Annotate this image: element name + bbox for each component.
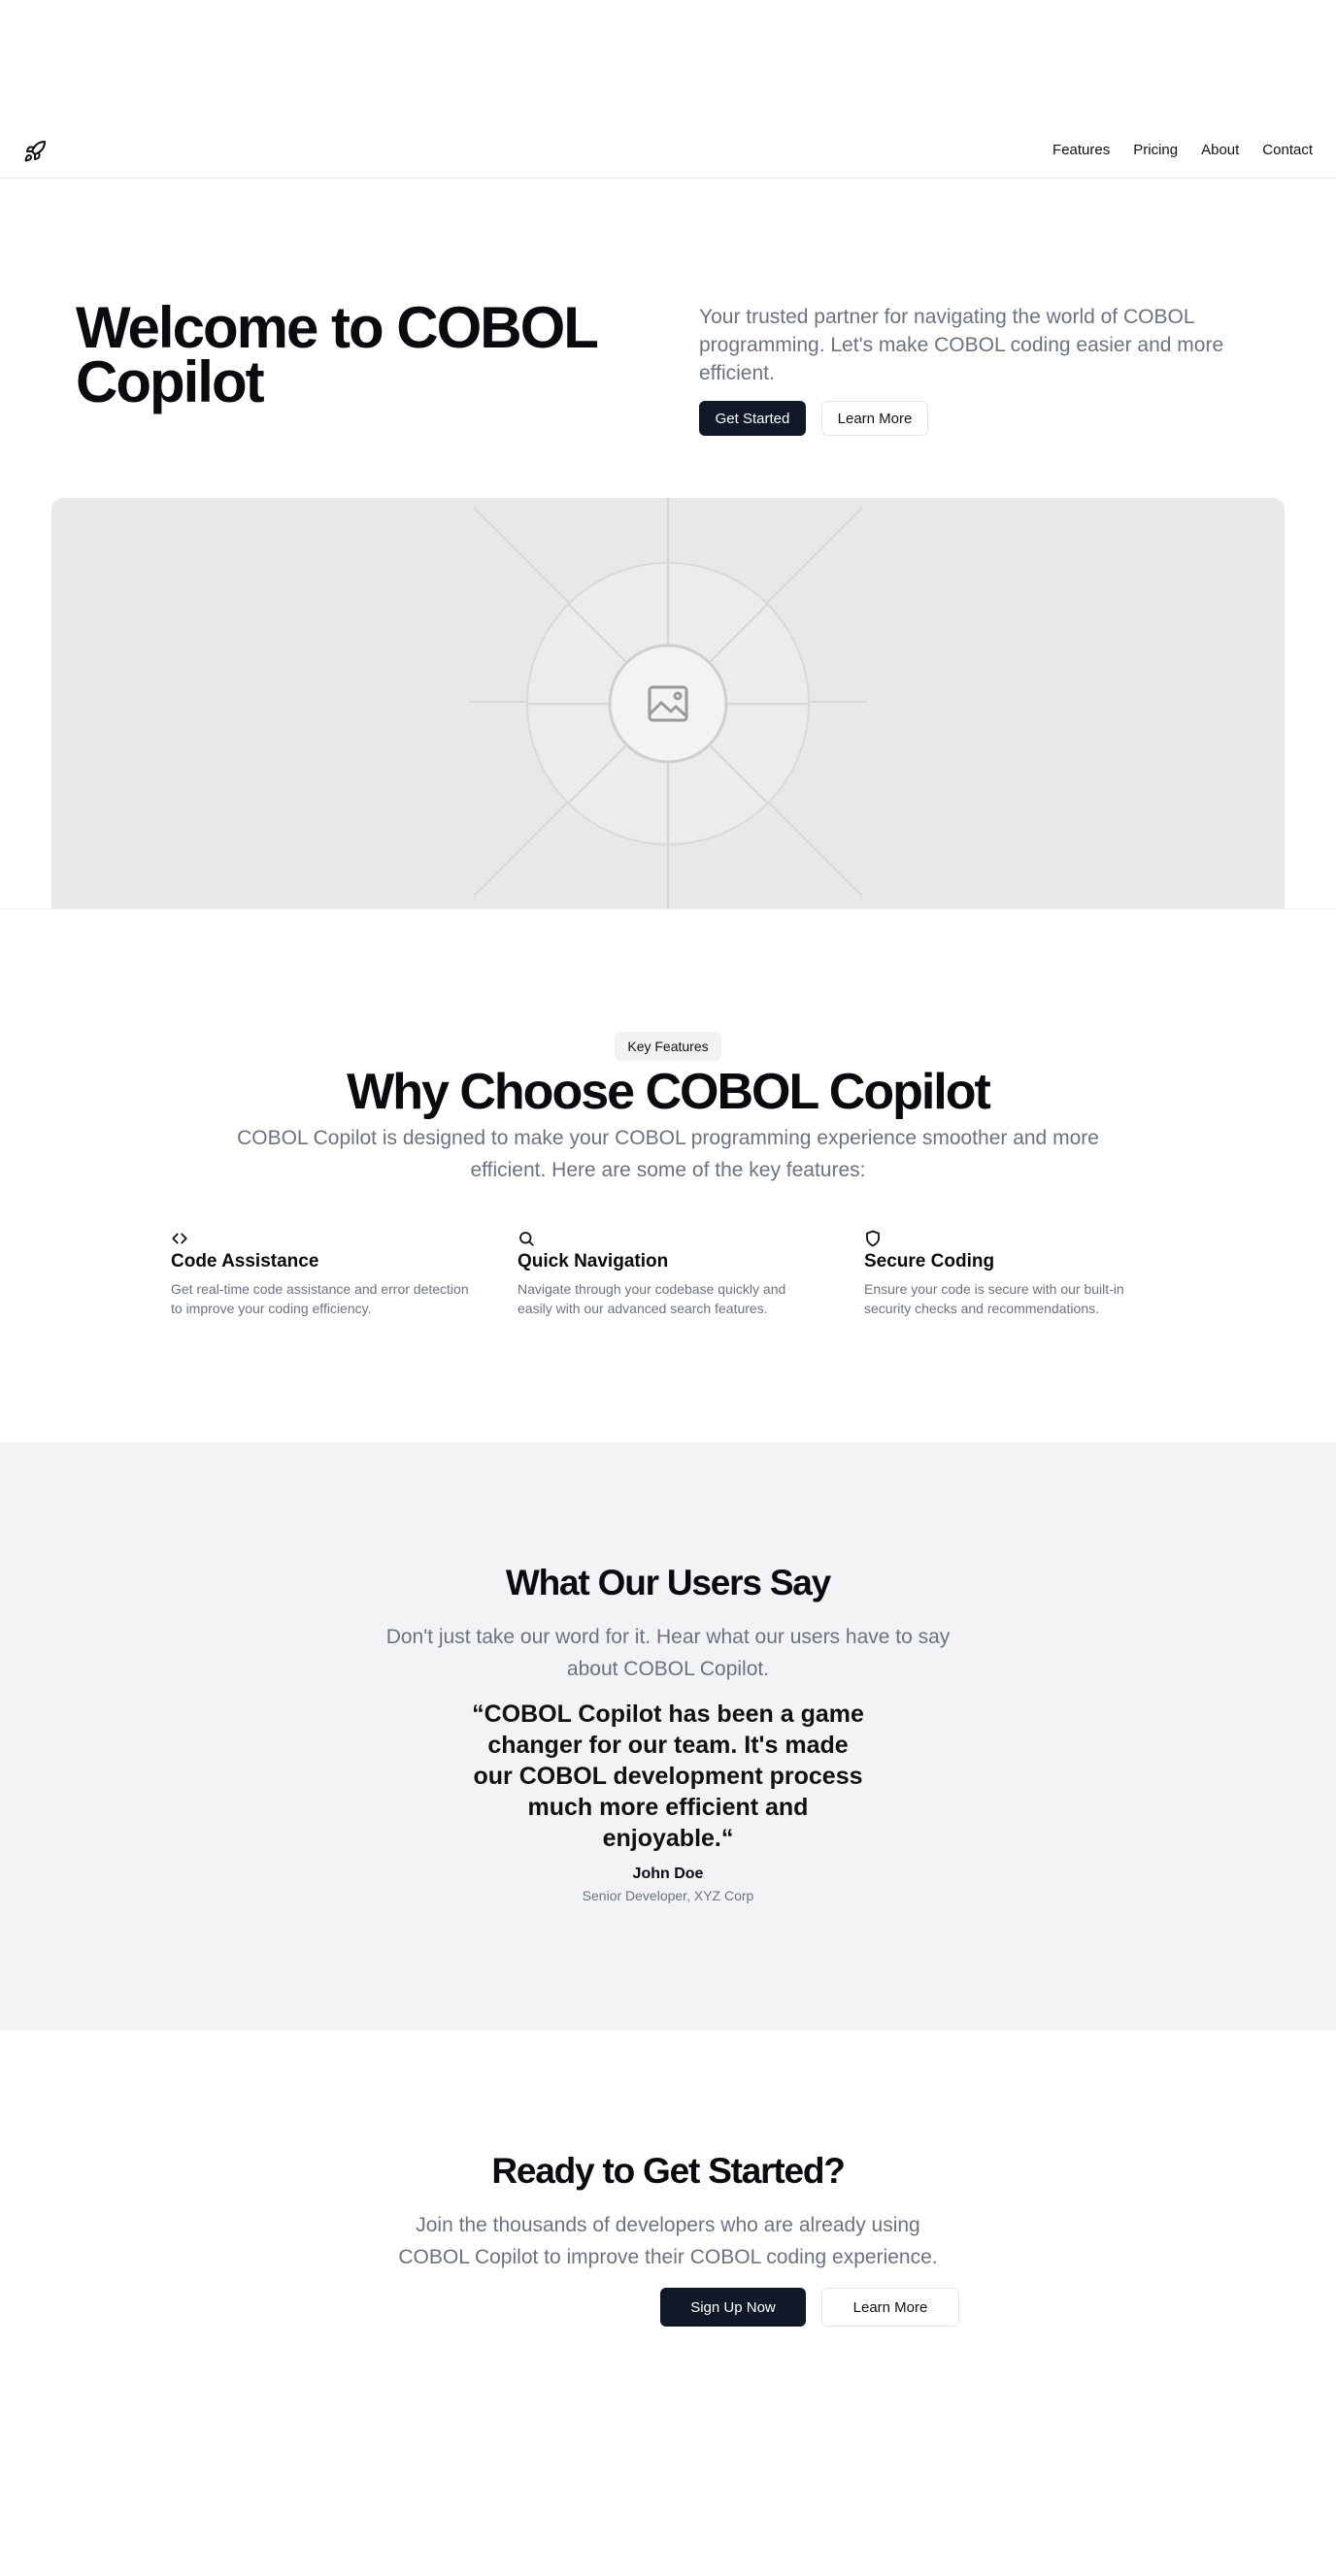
code-icon	[172, 1233, 187, 1244]
cta-subtitle: Join the thousands of developers who are…	[398, 2214, 938, 2268]
placeholder-graphic	[469, 498, 867, 909]
rocket-icon[interactable]	[23, 140, 47, 163]
testimonials-subtitle: Don't just take our word for it. Hear wh…	[385, 1626, 951, 1680]
feature-secure-coding: Secure Coding Ensure your code is secure…	[864, 1230, 1175, 1318]
feature-code-assistance: Code Assistance Get real-time code assis…	[171, 1230, 482, 1318]
key-features-badge: Key Features	[615, 1032, 721, 1061]
sign-up-now-button[interactable]: Sign Up Now	[660, 2288, 806, 2327]
feature-title: Code Assistance	[171, 1251, 319, 1271]
testimonials-title: What Our Users Say	[505, 1563, 831, 1602]
nav-link-pricing[interactable]: Pricing	[1133, 142, 1178, 158]
features-title: Why Choose COBOL Copilot	[347, 1064, 991, 1120]
cta-title: Ready to Get Started?	[491, 2151, 846, 2191]
search-icon	[519, 1232, 534, 1246]
testimonials-section: What Our Users Say Don't just take our w…	[0, 1442, 1336, 2031]
top-nav: Features Pricing About Contact	[0, 130, 1336, 179]
section-divider	[0, 908, 1336, 909]
nav-link-features[interactable]: Features	[1052, 142, 1110, 158]
feature-description: Navigate through your codebase quickly a…	[518, 1281, 786, 1316]
nav-link-contact[interactable]: Contact	[1262, 142, 1313, 158]
features-subtitle: COBOL Copilot is designed to make your C…	[237, 1127, 1099, 1181]
feature-title: Secure Coding	[864, 1251, 995, 1271]
shield-icon	[866, 1230, 880, 1247]
cta-learn-more-button[interactable]: Learn More	[821, 2288, 959, 2327]
hero-subtitle: Your trusted partner for navigating the …	[699, 306, 1224, 384]
feature-quick-navigation: Quick Navigation Navigate through your c…	[518, 1230, 828, 1318]
feature-description: Ensure your code is secure with our buil…	[864, 1281, 1124, 1316]
testimonial-author-role: Senior Developer, XYZ Corp	[582, 1888, 754, 1903]
feature-description: Get real-time code assistance and error …	[171, 1281, 469, 1316]
nav-link-about[interactable]: About	[1201, 142, 1239, 158]
feature-title: Quick Navigation	[518, 1251, 669, 1271]
hero-learn-more-button[interactable]: Learn More	[821, 401, 928, 436]
testimonial-author-name: John Doe	[632, 1866, 704, 1882]
testimonial-quote: “COBOL Copilot has been a game changer f…	[472, 1701, 864, 1852]
hero-title: Welcome to COBOL Copilot	[76, 295, 598, 414]
nav-links: Features Pricing About Contact	[1052, 142, 1313, 158]
hero-image-placeholder	[51, 498, 1285, 909]
get-started-button[interactable]: Get Started	[699, 401, 806, 436]
